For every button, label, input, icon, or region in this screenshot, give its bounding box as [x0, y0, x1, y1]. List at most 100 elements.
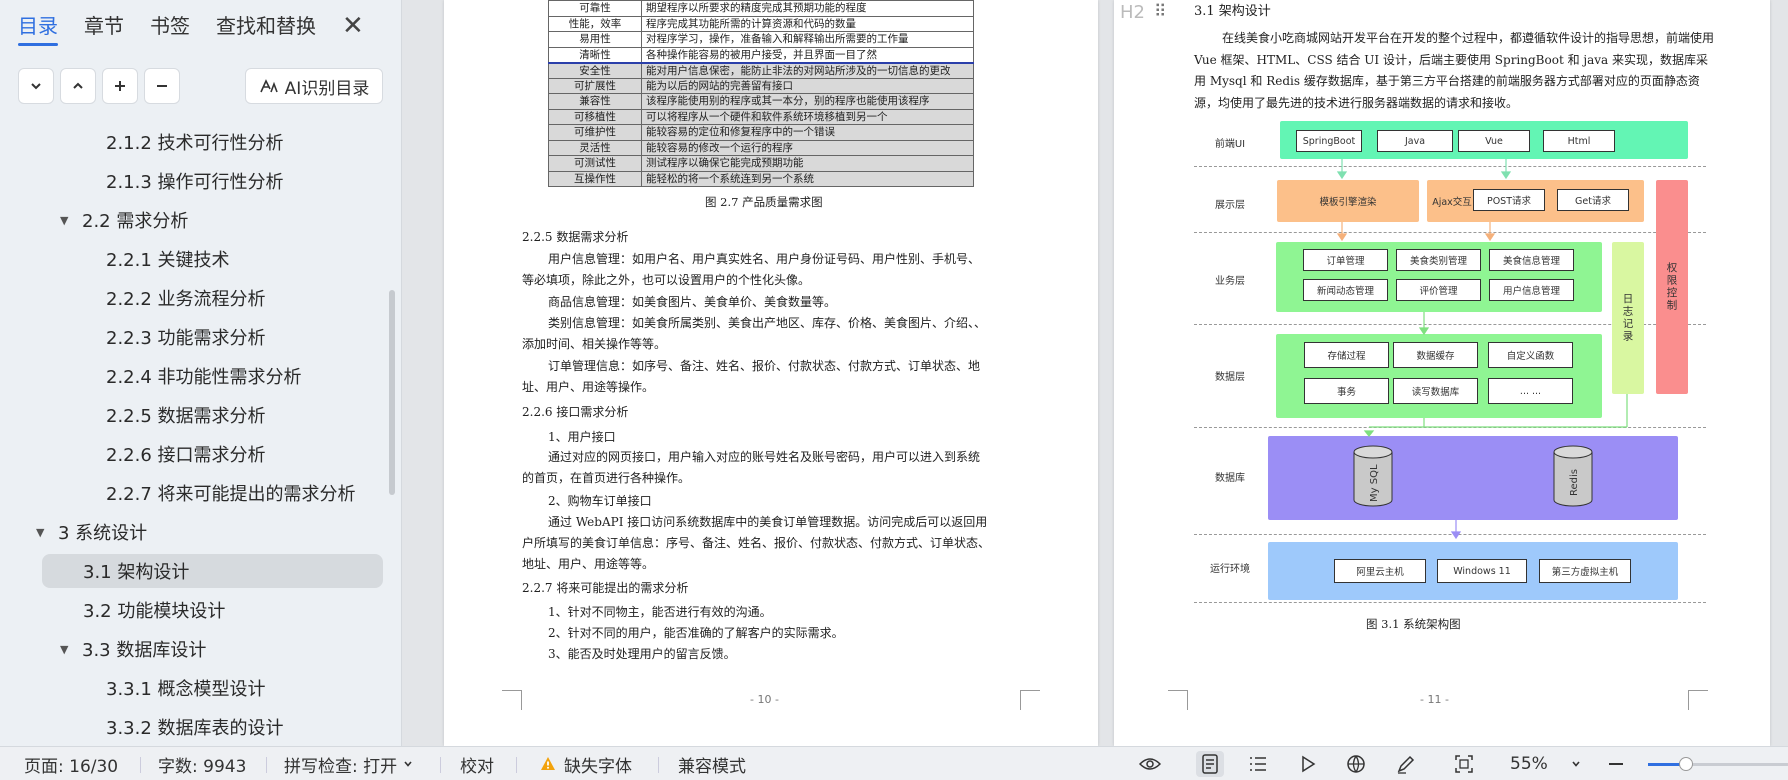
paragraph: 在线美食小吃商城网站开发平台在开发的整个过程中，都遵循软件设计的指导思想，前端使…	[1194, 31, 1715, 110]
table-row: 兼容性 该程序能使用别的程序或其一本分，别的程序也能使用该程序	[548, 93, 974, 110]
document-page-11[interactable]: H2 ⠿ 3.1 架构设计 在线美食小吃商城网站开发平台在开发的整个过程中，都遵…	[1114, 0, 1770, 746]
ai-recognize-icon	[259, 79, 278, 93]
zoom-slider-knob[interactable]	[1678, 757, 1693, 771]
table-row: 易用性 对程序学习，操作，准备输入和解释输出所需要的工作量	[548, 31, 974, 48]
sidebar-scrollbar[interactable]	[389, 290, 395, 495]
paragraph: 址、用户、用途等操作。	[522, 380, 655, 394]
paragraph: 类别信息管理：如美食所属类别、美食出产地区、库存、价格、美食图片、介绍、、	[548, 316, 987, 330]
spell-check-toggle[interactable]: 拼写检查: 打开	[284, 747, 413, 780]
tab-chapters[interactable]: 章节	[84, 12, 124, 40]
paragraph: 订单管理信息：如序号、备注、姓名、报价、付款状态、付款方式、订单状态、地	[548, 359, 981, 373]
toc-item[interactable]: 2.2.1 关键技术	[106, 242, 230, 276]
toc-item[interactable]: ▼ 3.3 数据库设计	[60, 632, 206, 666]
table-row: 性能，效率 程序完成其功能所需的计算资源和代码的数量	[548, 15, 974, 32]
warning-icon	[541, 757, 555, 770]
chevron-up-icon	[73, 82, 83, 89]
table-row: 互操作性 能轻松的将一个系统连到另一个系统	[548, 170, 974, 187]
compat-mode-label[interactable]: 兼容模式	[678, 747, 746, 780]
crop-mark	[1020, 690, 1040, 710]
page-counter[interactable]: 页面: 16/30	[24, 747, 118, 780]
chevron-down-icon	[31, 83, 41, 90]
figure-caption: 图 3.1 系统架构图	[1366, 617, 1461, 631]
paragraph: 商品信息管理：如美食图片、美食单价、美食数量等。	[548, 295, 837, 309]
expand-caret-icon[interactable]: ▼	[60, 214, 74, 227]
toc-item[interactable]: 2.2.3 功能需求分析	[106, 320, 266, 354]
table-row: 可扩展性 能为以后的网站的完善留有接口	[548, 77, 974, 94]
section-heading: 2.2.5 数据需求分析	[522, 230, 629, 244]
toc-item[interactable]: 2.1.2 技术可行性分析	[106, 125, 284, 159]
divider	[266, 757, 267, 773]
tab-find-replace[interactable]: 查找和替换	[216, 12, 316, 40]
paragraph: 3、能否及时处理用户的留言反馈。	[548, 647, 736, 661]
fit-page-icon[interactable]	[1450, 751, 1478, 777]
crop-mark	[502, 690, 522, 710]
tab-bookmarks[interactable]: 书签	[150, 12, 190, 40]
toc-sidebar: 目录 章节 书签 查找和替换 ✕ AI识别目录 2.1.2 技术可行性分析 2.…	[0, 0, 402, 746]
paragraph: 2、针对不同的用户，能否准确的了解客户的实际需求。	[548, 626, 844, 640]
expand-down-button[interactable]	[18, 68, 54, 104]
table-row: 灵活性 能较容易的修改一个运行的程序	[548, 139, 974, 156]
paragraph: 户所填写的美食订单信息：序号、备注、姓名、报价、付款状态、付款方式、订单状态、	[522, 536, 991, 550]
page-view-icon[interactable]	[1196, 751, 1224, 777]
zoom-out-icon[interactable]	[1602, 751, 1630, 777]
tab-toc[interactable]: 目录	[18, 12, 58, 46]
document-page-10[interactable]: 可靠性 期望程序以所要求的精度完成其预期功能的程度 性能，效率 程序完成其功能所需的…	[444, 0, 1098, 746]
add-heading-button[interactable]	[102, 68, 138, 104]
close-icon[interactable]: ✕	[342, 12, 364, 40]
zoom-dropdown-chevron-icon[interactable]	[1562, 751, 1590, 777]
zoom-level[interactable]: 55%	[1510, 747, 1548, 780]
toc-item[interactable]: 2.2.4 非功能性需求分析	[106, 359, 302, 393]
paragraph: 2、购物车订单接口	[548, 494, 652, 508]
section-heading: 2.2.7 将来可能提出的需求分析	[522, 581, 689, 595]
document-area: 可靠性 期望程序以所要求的精度完成其预期功能的程度 性能，效率 程序完成其功能所需的…	[402, 0, 1788, 746]
table-caption: 图 2.7 产品质量需求图	[705, 195, 823, 209]
toc-item[interactable]: 2.2.5 数据需求分析	[106, 398, 266, 432]
chevron-down-icon	[404, 761, 412, 767]
toc-item[interactable]: 3.3.1 概念模型设计	[106, 671, 266, 705]
missing-font-button[interactable]: 缺失字体	[540, 747, 632, 780]
toc-item[interactable]: 2.2.6 接口需求分析	[106, 437, 266, 471]
toc-item[interactable]: 2.2.2 业务流程分析	[106, 281, 266, 315]
divider	[516, 757, 517, 773]
toc-item[interactable]: 2.2.7 将来可能提出的需求分析	[106, 476, 356, 510]
outline-view-icon[interactable]	[1244, 751, 1272, 777]
collapse-up-button[interactable]	[60, 68, 96, 104]
toc-item[interactable]: ▼ 3 系统设计	[36, 515, 147, 549]
quality-requirements-table: 可靠性 期望程序以所要求的精度完成其预期功能的程度 性能，效率 程序完成其功能所需的…	[548, 0, 974, 187]
paragraph: 通过对应的网页接口，用户输入对应的账号姓名及账号密码，用户可以进入到系统	[548, 450, 981, 464]
section-heading: 2.2.6 接口需求分析	[522, 405, 629, 419]
pen-icon[interactable]	[1392, 751, 1420, 777]
section-heading: 3.1 架构设计	[1194, 4, 1271, 19]
toc-item-selected[interactable]: 3.1 架构设计	[42, 554, 383, 588]
architecture-diagram: 前端UI 展示层 业务层 数据层 数据库 运行环境 SpringBoot Jav…	[1194, 118, 1706, 614]
toc-item[interactable]: ▼ 2.2 需求分析	[60, 203, 188, 237]
divider	[440, 757, 441, 773]
eye-icon[interactable]	[1136, 751, 1164, 777]
remove-heading-button[interactable]	[144, 68, 180, 104]
divider	[140, 757, 141, 773]
crop-mark	[1168, 690, 1188, 710]
ai-toc-button[interactable]: AI识别目录	[245, 68, 383, 104]
proofread-button[interactable]: 校对	[460, 747, 494, 780]
page-number: - 11 -	[1420, 693, 1449, 706]
table-row: 可靠性 期望程序以所要求的精度完成其预期功能的程度	[548, 0, 974, 17]
crop-mark	[1688, 690, 1708, 710]
play-icon[interactable]	[1294, 751, 1322, 777]
paragraph: 的首页，在首页进行各种操作。	[522, 471, 691, 485]
zoom-slider[interactable]	[1648, 757, 1788, 771]
expand-caret-icon[interactable]: ▼	[36, 526, 50, 539]
status-bar: 页面: 16/30 字数: 9943 拼写检查: 打开 校对 缺失字体 兼容模式…	[0, 746, 1788, 780]
heading-level-marker[interactable]: H2	[1120, 2, 1145, 23]
expand-caret-icon[interactable]: ▼	[60, 643, 74, 656]
drag-handle-icon[interactable]: ⠿	[1154, 2, 1167, 22]
page-number: - 10 -	[750, 693, 779, 706]
toc-item[interactable]: 3.3.2 数据库表的设计	[106, 710, 284, 744]
divider	[658, 757, 659, 773]
minus-icon	[157, 85, 167, 87]
word-count[interactable]: 字数: 9943	[158, 747, 246, 780]
web-view-icon[interactable]	[1342, 751, 1370, 777]
toc-item[interactable]: 3.2 功能模块设计	[83, 593, 225, 627]
table-row: 可维护性 能较容易的定位和修复程序中的一个错误	[548, 124, 974, 141]
paragraph: 地址、用户、用途等等。	[522, 557, 655, 571]
toc-item[interactable]: 2.1.3 操作可行性分析	[106, 164, 284, 198]
